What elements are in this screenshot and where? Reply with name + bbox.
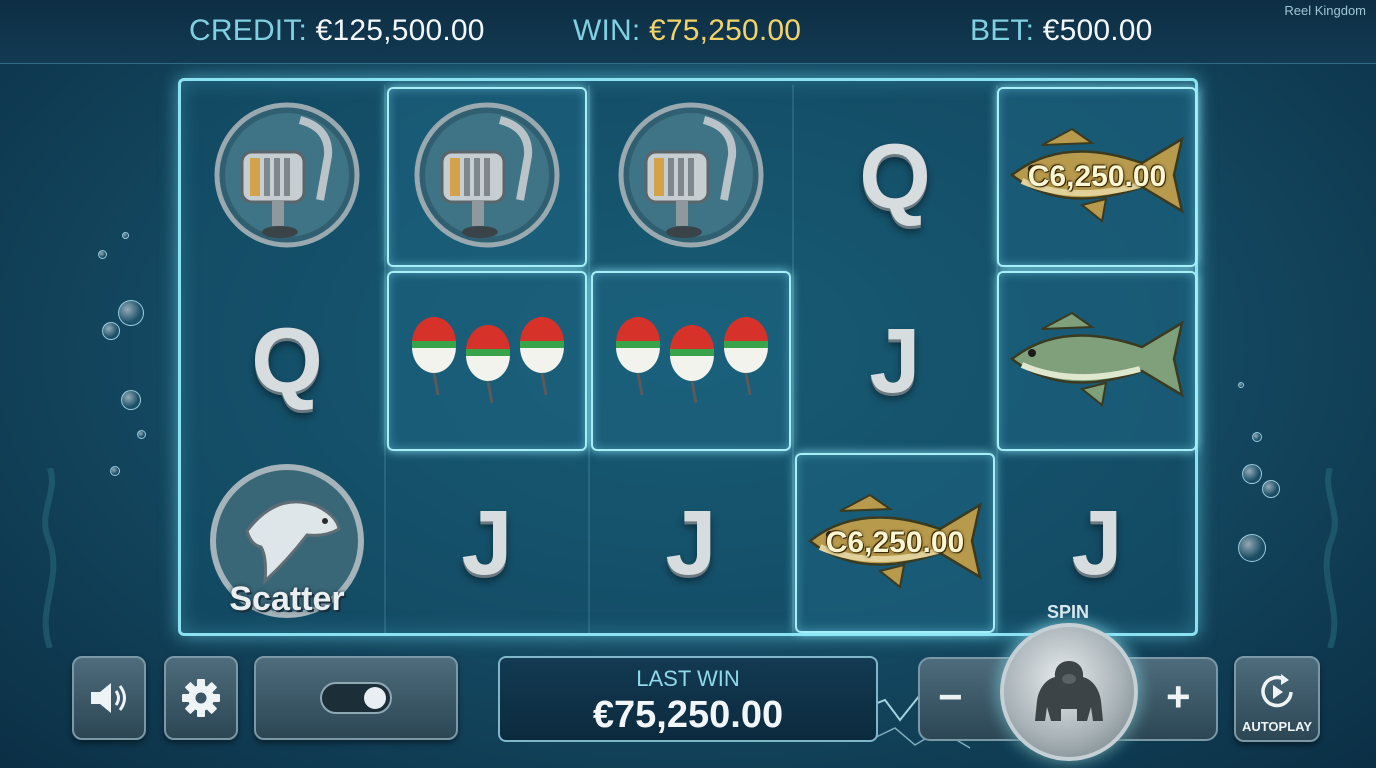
top-bar: CREDIT: €125,500.00 WIN: €75,250.00 BET:… xyxy=(0,0,1376,64)
reel-cell: J xyxy=(591,453,791,633)
spin-button[interactable] xyxy=(1000,623,1138,761)
bet-value: €500.00 xyxy=(1042,14,1153,47)
scatter-label: Scatter xyxy=(229,580,345,618)
reel-cell xyxy=(187,87,387,267)
win-meter: WIN: €75,250.00 xyxy=(573,14,801,48)
turbo-toggle-button[interactable] xyxy=(254,656,458,740)
seaweed-left xyxy=(42,468,57,648)
prize-value: C6,250.00 xyxy=(1027,160,1167,193)
bubble xyxy=(122,232,129,239)
bubble xyxy=(98,250,107,259)
letter-symbol: Q xyxy=(859,125,931,228)
credit-value: €125,500.00 xyxy=(315,14,485,47)
bet-meter: BET: €500.00 xyxy=(970,14,1153,48)
prize-value: C6,250.00 xyxy=(825,526,965,559)
bobbers-icon xyxy=(606,299,776,424)
last-win-panel: LAST WIN €75,250.00 xyxy=(498,656,878,742)
bubble xyxy=(1242,464,1262,484)
reel-cell: J xyxy=(387,453,587,633)
reel-cell: C6,250.00 xyxy=(997,87,1197,267)
bubble xyxy=(1262,480,1280,498)
reel-cell: C6,250.00 xyxy=(795,453,995,633)
bubble xyxy=(1238,382,1244,388)
reel-cell: Scatter xyxy=(187,453,387,633)
bubble xyxy=(110,466,120,476)
letter-symbol: J xyxy=(461,491,513,594)
reel-cell: J xyxy=(997,453,1197,633)
settings-button[interactable] xyxy=(164,656,238,740)
win-value: €75,250.00 xyxy=(649,14,802,47)
reel-cell: J xyxy=(795,271,995,451)
toggle-switch[interactable] xyxy=(320,682,392,714)
win-label: WIN: xyxy=(573,14,641,47)
reel-grid: Q Scatter J J Q J C6,250.00 C6,250.00 J xyxy=(178,78,1198,636)
credit-label: CREDIT: xyxy=(189,14,308,47)
letter-symbol: Q xyxy=(251,309,323,412)
reel-cell xyxy=(591,271,791,451)
last-win-label: LAST WIN xyxy=(636,666,740,691)
reel-cell: Q xyxy=(795,87,995,267)
reel-icon xyxy=(212,100,362,255)
reel-cell xyxy=(591,87,791,267)
bet-decrease-button[interactable]: − xyxy=(938,673,963,721)
gear-icon xyxy=(182,679,220,717)
sound-button[interactable] xyxy=(72,656,146,740)
reel-icon xyxy=(616,100,766,255)
brand-logo-text: Reel Kingdom xyxy=(1284,3,1366,18)
autoplay-icon xyxy=(1261,674,1293,708)
bet-label: BET: xyxy=(970,14,1035,47)
bubble xyxy=(1252,432,1262,442)
autoplay-button[interactable]: AUTOPLAY xyxy=(1234,656,1320,742)
reel-cell xyxy=(387,271,587,451)
toggle-knob xyxy=(364,687,386,709)
letter-symbol: J xyxy=(869,309,921,412)
bet-increase-button[interactable]: + xyxy=(1166,673,1191,721)
reel-cell xyxy=(387,87,587,267)
seaweed-right xyxy=(1323,468,1338,648)
bubble xyxy=(102,322,120,340)
letter-symbol: J xyxy=(1071,491,1123,594)
reel-separator xyxy=(792,85,794,633)
spin-label: SPIN xyxy=(1046,602,1089,622)
credit-meter: CREDIT: €125,500.00 xyxy=(189,14,485,48)
reel-cell xyxy=(997,271,1197,451)
bubble xyxy=(1238,534,1266,562)
autoplay-label: AUTOPLAY xyxy=(1241,719,1313,734)
gorilla-icon xyxy=(1035,661,1103,721)
reel-icon xyxy=(412,100,562,255)
bubble xyxy=(118,300,144,326)
bubble xyxy=(121,390,141,410)
reel-separator xyxy=(588,85,590,633)
reel-cell: Q xyxy=(187,271,387,451)
bubble xyxy=(137,430,146,439)
speaker-icon xyxy=(91,683,126,713)
bobbers-icon xyxy=(402,299,572,424)
last-win-value: €75,250.00 xyxy=(592,694,784,736)
fish-green-icon xyxy=(1002,309,1192,414)
letter-symbol: J xyxy=(665,491,717,594)
